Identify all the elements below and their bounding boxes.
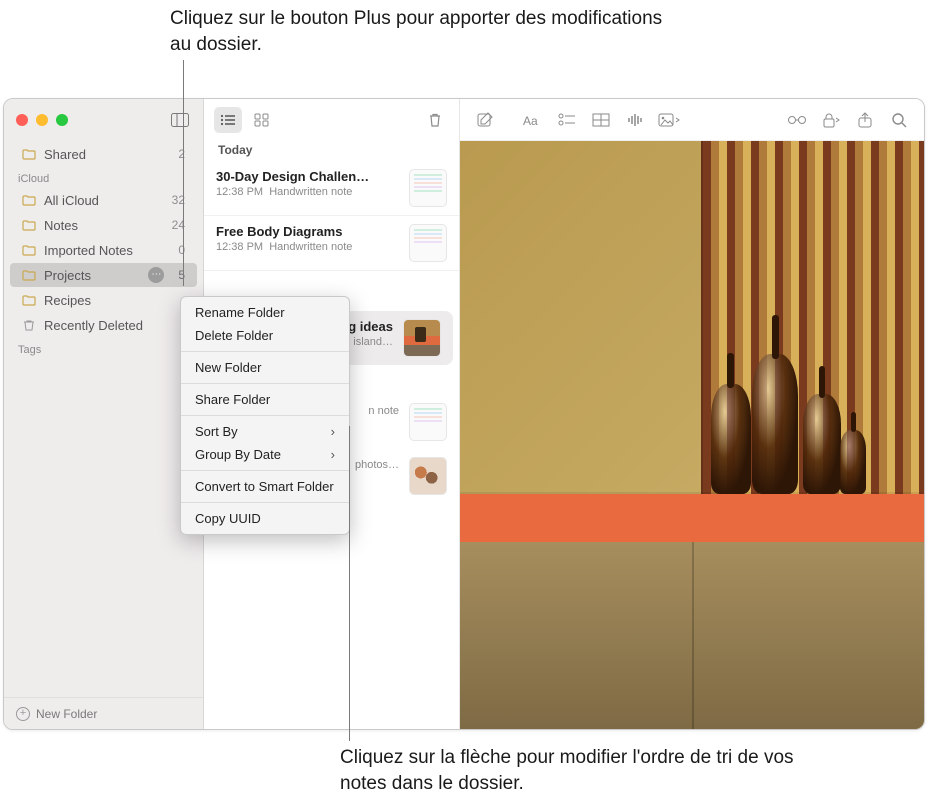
close-traffic-light[interactable]	[16, 114, 28, 126]
ctx-share-folder[interactable]: Share Folder	[181, 388, 349, 411]
sidebar-label: Recently Deleted	[44, 318, 143, 333]
grid-view-icon[interactable]	[248, 107, 276, 133]
trash-icon	[22, 319, 36, 331]
more-icon[interactable]: ⋯	[148, 267, 164, 283]
sidebar-label: Notes	[44, 218, 78, 233]
sidebar: Shared 2 iCloud All iCloud 32 Notes 24 I…	[4, 99, 204, 729]
note-canvas[interactable]	[460, 141, 924, 729]
chevron-right-icon: ›	[331, 447, 335, 462]
window-titlebar	[4, 99, 203, 141]
compose-icon[interactable]	[470, 107, 500, 133]
note-thumbnail	[409, 224, 447, 262]
note-title: 30-Day Design Challen…	[216, 169, 399, 184]
sidebar-label: Projects	[44, 268, 91, 283]
delete-note-icon[interactable]	[421, 107, 449, 133]
sidebar-item-projects[interactable]: Projects ⋯ 5	[10, 263, 197, 287]
shared-folder-icon	[22, 148, 36, 160]
callout-bottom: Cliquez sur la flèche pour modifier l'or…	[340, 745, 840, 796]
checklist-icon[interactable]	[552, 107, 582, 133]
app-window: Shared 2 iCloud All iCloud 32 Notes 24 I…	[3, 98, 925, 730]
search-icon[interactable]	[884, 107, 914, 133]
sidebar-section-tags: Tags	[4, 338, 203, 358]
sidebar-list: Shared 2 iCloud All iCloud 32 Notes 24 I…	[4, 141, 203, 697]
note-list-header: Today	[204, 141, 459, 161]
minimize-traffic-light[interactable]	[36, 114, 48, 126]
toggle-sidebar-icon[interactable]	[169, 109, 191, 131]
callout-top: Cliquez sur le bouton Plus pour apporter…	[170, 6, 670, 57]
note-subtitle: 12:38 PM Handwritten note	[216, 241, 399, 253]
lock-icon[interactable]	[816, 107, 846, 133]
note-thumbnail	[409, 403, 447, 441]
ctx-convert-smart[interactable]: Convert to Smart Folder	[181, 475, 349, 498]
folder-context-menu: Rename Folder Delete Folder New Folder S…	[180, 296, 350, 535]
ctx-group-by-date[interactable]: Group By Date›	[181, 443, 349, 466]
share-icon[interactable]	[850, 107, 880, 133]
ctx-delete-folder[interactable]: Delete Folder	[181, 324, 349, 347]
callout-leader-bottom	[349, 426, 350, 741]
sidebar-label: All iCloud	[44, 193, 99, 208]
menu-separator	[181, 502, 349, 503]
ctx-copy-uuid[interactable]: Copy UUID	[181, 507, 349, 530]
plus-circle-icon: +	[16, 707, 30, 721]
ctx-sort-by[interactable]: Sort By›	[181, 420, 349, 443]
ctx-new-folder[interactable]: New Folder	[181, 356, 349, 379]
note-item[interactable]: 30-Day Design Challen… 12:38 PM Handwrit…	[204, 161, 459, 216]
link-icon[interactable]	[782, 107, 812, 133]
editor-pane: Aa	[460, 99, 924, 729]
folder-icon	[22, 269, 36, 281]
chevron-right-icon: ›	[331, 424, 335, 439]
editor-toolbar: Aa	[460, 99, 924, 141]
note-item[interactable]: Free Body Diagrams 12:38 PM Handwritten …	[204, 216, 459, 271]
ctx-rename-folder[interactable]: Rename Folder	[181, 301, 349, 324]
new-folder-label: New Folder	[36, 707, 97, 721]
table-icon[interactable]	[586, 107, 616, 133]
list-view-icon[interactable]	[214, 107, 242, 133]
format-icon[interactable]: Aa	[518, 107, 548, 133]
note-title: Free Body Diagrams	[216, 224, 399, 239]
sidebar-item-recipes[interactable]: Recipes	[10, 288, 197, 312]
menu-separator	[181, 351, 349, 352]
sidebar-section-icloud: iCloud	[4, 167, 203, 187]
zoom-traffic-light[interactable]	[56, 114, 68, 126]
folder-icon	[22, 244, 36, 256]
sidebar-item-imported[interactable]: Imported Notes 0	[10, 238, 197, 262]
sidebar-label: Imported Notes	[44, 243, 133, 258]
audio-icon[interactable]	[620, 107, 650, 133]
new-folder-button[interactable]: + New Folder	[4, 697, 203, 729]
sidebar-item-shared[interactable]: Shared 2	[10, 142, 197, 166]
sidebar-label: Shared	[44, 147, 86, 162]
sidebar-item-all-icloud[interactable]: All iCloud 32	[10, 188, 197, 212]
folder-icon	[22, 194, 36, 206]
media-icon[interactable]	[654, 107, 684, 133]
note-list-toolbar	[204, 99, 459, 141]
menu-separator	[181, 415, 349, 416]
svg-text:Aa: Aa	[523, 114, 538, 127]
sidebar-label: Recipes	[44, 293, 91, 308]
menu-separator	[181, 470, 349, 471]
sidebar-item-notes[interactable]: Notes 24	[10, 213, 197, 237]
note-subtitle: 12:38 PM Handwritten note	[216, 186, 399, 198]
sidebar-item-recently-deleted[interactable]: Recently Deleted	[10, 313, 197, 337]
folder-icon	[22, 219, 36, 231]
folder-icon	[22, 294, 36, 306]
note-thumbnail	[403, 319, 441, 357]
menu-separator	[181, 383, 349, 384]
note-thumbnail	[409, 457, 447, 495]
note-thumbnail	[409, 169, 447, 207]
callout-leader-top	[183, 60, 184, 286]
